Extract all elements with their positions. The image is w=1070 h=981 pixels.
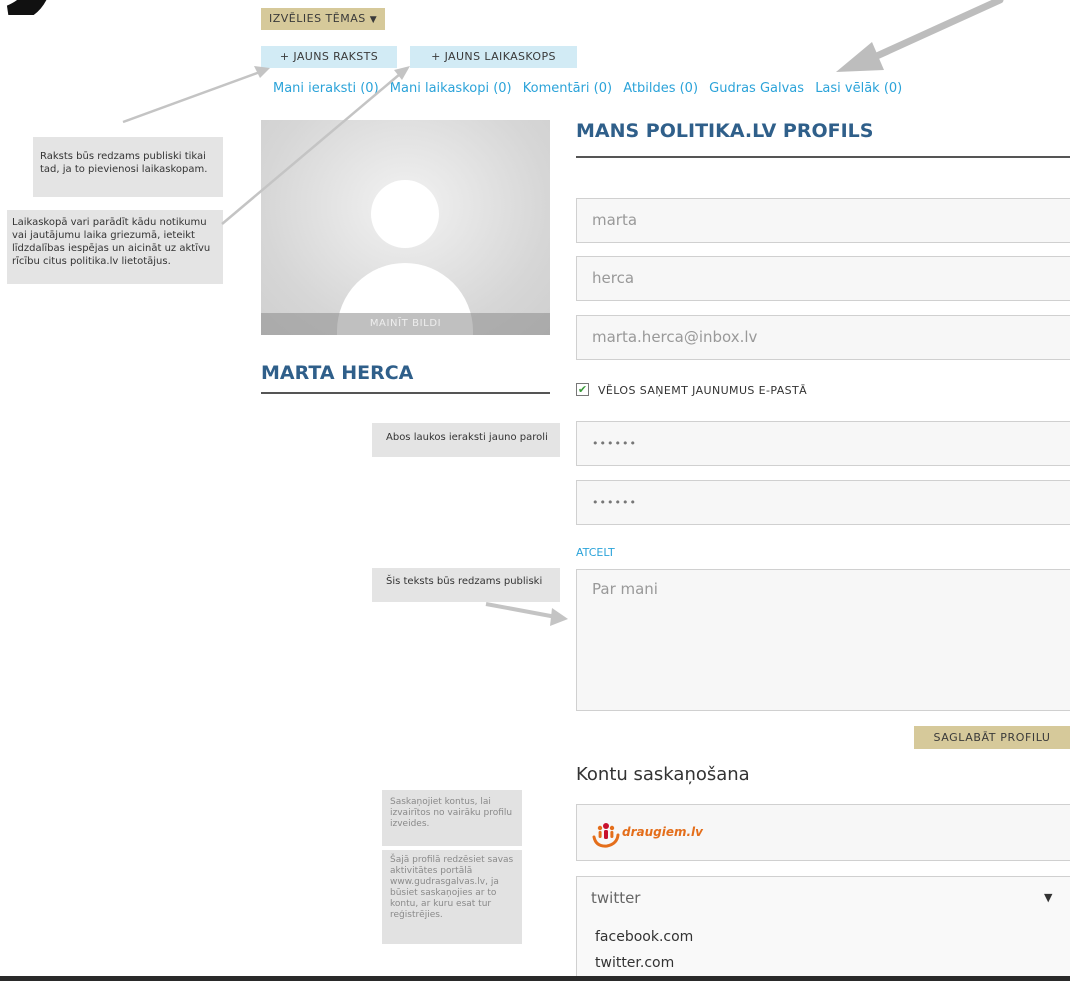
annotation-arrows (122, 0, 1004, 626)
arrow-to-about-icon (485, 602, 568, 626)
arrow-to-new-article-icon (122, 66, 270, 124)
arrow-to-new-timeline-icon (221, 66, 410, 225)
arrow-to-nav-icon (836, 0, 1004, 72)
